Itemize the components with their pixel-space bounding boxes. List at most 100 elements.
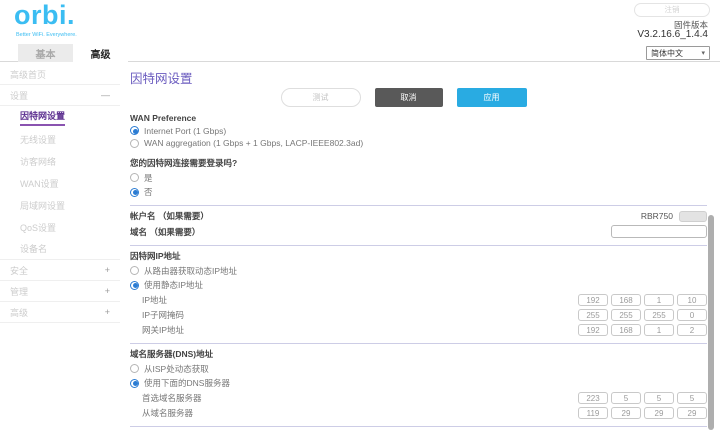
ip-address-row: IP地址 [130, 294, 707, 306]
subnet-octet-1[interactable] [578, 309, 608, 321]
sidebar-item-lan-setup[interactable]: 局域网设置 [0, 194, 120, 216]
test-button[interactable]: 测试 [280, 88, 361, 107]
chevron-down-icon: ▾ [701, 50, 705, 57]
radio-row-static-ip: 使用静态IP地址 [130, 279, 707, 291]
wan-preference-heading: WAN Preference [130, 113, 197, 123]
secondary-dns-octet-1[interactable] [578, 407, 608, 419]
expand-icon: + [104, 286, 110, 296]
radio-row-dns-dynamic: 从ISP处动态获取 [130, 363, 707, 375]
apply-button[interactable]: 应用 [456, 88, 527, 107]
radio-dynamic-ip[interactable] [130, 266, 139, 275]
subnet-octet-2[interactable] [611, 309, 641, 321]
subnet-octet-4[interactable] [677, 309, 707, 321]
primary-dns-row: 首选域名服务器 [130, 392, 707, 404]
page-title: 因特网设置 [130, 72, 193, 86]
subnet-mask-label: IP子网掩码 [142, 310, 185, 320]
sidebar-item-setup[interactable]: 设置 — [0, 85, 120, 106]
secondary-dns-octet-3[interactable] [644, 407, 674, 419]
ip-address-label: IP地址 [142, 295, 168, 305]
radio-dns-manual[interactable] [130, 378, 139, 388]
radio-row-login-yes: 是 [130, 172, 707, 184]
sidebar-item-guest-network[interactable]: 访客网络 [0, 150, 120, 172]
radio-static-ip-label: 使用静态IP地址 [144, 280, 204, 290]
action-buttons: 测试 取消 应用 [130, 88, 677, 107]
vertical-scrollbar[interactable] [708, 215, 714, 430]
radio-dns-dynamic-label: 从ISP处动态获取 [144, 363, 209, 374]
account-name-row: 帐户名 （如果需要） RBR750 [130, 210, 707, 222]
subnet-mask-row: IP子网掩码 [130, 309, 707, 321]
sidebar-item-qos-setup[interactable]: QoS设置 [0, 216, 120, 238]
radio-login-yes[interactable] [130, 173, 139, 182]
secondary-dns-octet-4[interactable] [677, 407, 707, 419]
sidebar-item-administration[interactable]: 管理 + [0, 281, 120, 302]
secondary-dns-octet-2[interactable] [611, 407, 641, 419]
secondary-dns-label: 从域名服务器 [142, 408, 194, 418]
primary-dns-octet-2[interactable] [611, 392, 641, 404]
primary-dns-octet-3[interactable] [644, 392, 674, 404]
ip-address-octets [578, 294, 707, 306]
logout-button[interactable]: 注销 [634, 3, 710, 17]
radio-row-login-no: 否 [130, 186, 707, 198]
tab-advanced[interactable]: 高级 [73, 44, 128, 62]
gateway-ip-label: 网关IP地址 [142, 325, 185, 335]
domain-name-input[interactable] [611, 225, 707, 238]
radio-row-dns-manual: 使用下面的DNS服务器 [130, 377, 707, 389]
gateway-octet-3[interactable] [644, 324, 674, 336]
header: orbi. Better WiFi. Everywhere. 注销 固件版本 V… [0, 0, 720, 44]
sidebar-item-security[interactable]: 安全 + [0, 260, 120, 281]
radio-dns-dynamic[interactable] [130, 364, 139, 373]
section-divider [130, 426, 707, 427]
gateway-ip-row: 网关IP地址 [130, 324, 707, 336]
gateway-octet-4[interactable] [677, 324, 707, 336]
radio-login-no[interactable] [130, 187, 139, 197]
account-name-value: RBR750 [640, 211, 673, 221]
router-admin-page: orbi. Better WiFi. Everywhere. 注销 固件版本 V… [0, 0, 720, 430]
subnet-octet-3[interactable] [644, 309, 674, 321]
radio-dynamic-ip-label: 从路由器获取动态IP地址 [144, 265, 238, 276]
language-selected-value: 简体中文 [651, 48, 683, 58]
language-select[interactable]: 简体中文 ▾ [646, 46, 710, 60]
expand-icon: + [104, 265, 110, 275]
expand-icon: + [104, 307, 110, 317]
primary-dns-octet-1[interactable] [578, 392, 608, 404]
secondary-dns-octets [578, 407, 707, 419]
subnet-mask-octets [578, 309, 707, 321]
sidebar-item-wireless-setup[interactable]: 无线设置 [0, 128, 120, 150]
sidebar-item-wan-setup[interactable]: WAN设置 [0, 172, 120, 194]
main-content: 因特网设置 测试 取消 应用 WAN Preference Internet P… [120, 62, 720, 429]
ip-octet-2[interactable] [611, 294, 641, 306]
firmware-version: V3.2.16.6_1.4.4 [637, 29, 708, 40]
logo-tagline: Better WiFi. Everywhere. [16, 32, 77, 38]
account-name-label: 帐户名 （如果需要） [130, 211, 209, 221]
orbi-logo: orbi. [14, 0, 75, 30]
radio-internet-port[interactable] [130, 126, 139, 135]
gateway-octet-2[interactable] [611, 324, 641, 336]
sidebar: 高级首页 设置 — 因特网设置 无线设置 访客网络 WAN设置 局域网设置 Qo… [0, 62, 120, 429]
radio-wan-aggregation[interactable] [130, 138, 139, 148]
sidebar-item-internet-setup[interactable]: 因特网设置 [0, 106, 120, 128]
radio-wan-aggregation-label: WAN aggregation (1 Gbps + 1 Gbps, LACP-I… [144, 138, 364, 148]
tab-basic[interactable]: 基本 [18, 44, 73, 62]
domain-name-label: 域名 （如果需要） [130, 226, 201, 237]
ip-octet-4[interactable] [677, 294, 707, 306]
radio-row-wan-aggregation: WAN aggregation (1 Gbps + 1 Gbps, LACP-I… [130, 138, 707, 148]
cancel-button[interactable]: 取消 [374, 88, 443, 107]
ip-octet-3[interactable] [644, 294, 674, 306]
section-divider [130, 245, 707, 246]
ip-octet-1[interactable] [578, 294, 608, 306]
gateway-octet-1[interactable] [578, 324, 608, 336]
sidebar-item-advanced-home[interactable]: 高级首页 [0, 64, 120, 85]
section-divider [130, 205, 707, 206]
tab-bar: 基本 高级 简体中文 ▾ [0, 44, 720, 62]
radio-row-dynamic-ip: 从路由器获取动态IP地址 [130, 265, 707, 277]
radio-login-no-label: 否 [144, 187, 153, 197]
sidebar-item-advanced[interactable]: 高级 + [0, 302, 120, 323]
radio-internet-port-label: Internet Port (1 Gbps) [144, 125, 227, 136]
radio-static-ip[interactable] [130, 280, 139, 290]
primary-dns-octet-4[interactable] [677, 392, 707, 404]
radio-login-yes-label: 是 [144, 172, 153, 183]
account-name-edit-badge[interactable] [679, 210, 707, 222]
section-divider [130, 343, 707, 344]
radio-dns-manual-label: 使用下面的DNS服务器 [144, 378, 230, 388]
sidebar-item-device-name[interactable]: 设备名 [0, 238, 120, 260]
